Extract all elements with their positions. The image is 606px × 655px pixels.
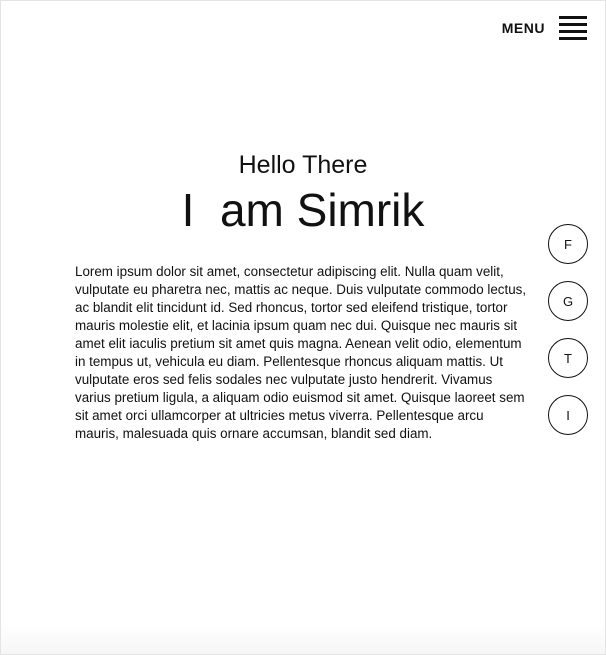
- google-icon[interactable]: G: [548, 281, 588, 321]
- hamburger-bar: [559, 30, 587, 33]
- greeting-text: Hello There: [238, 151, 368, 179]
- twitter-icon[interactable]: T: [548, 338, 588, 378]
- page-frame: MENU Hello There I am Simrik Lorem ipsum…: [0, 0, 606, 655]
- social-label-facebook: F: [564, 236, 572, 252]
- menu-button[interactable]: MENU: [502, 16, 587, 40]
- bio-paragraph: Lorem ipsum dolor sit amet, consectetur …: [75, 264, 527, 441]
- social-label-twitter: T: [564, 350, 572, 366]
- instagram-icon[interactable]: I: [548, 395, 588, 435]
- social-label-google: G: [562, 293, 574, 309]
- hamburger-bar: [559, 16, 587, 19]
- hamburger-bar: [559, 37, 587, 40]
- social-label-instagram: I: [566, 407, 570, 423]
- menu-label: MENU: [501, 20, 545, 36]
- social-links: F G T I: [548, 224, 588, 435]
- hero-section: Hello There I am Simrik: [1, 149, 605, 237]
- hamburger-icon[interactable]: [559, 16, 587, 40]
- page-title: I am Simrik: [181, 184, 425, 236]
- facebook-icon[interactable]: F: [548, 224, 588, 264]
- hamburger-bar: [559, 23, 587, 26]
